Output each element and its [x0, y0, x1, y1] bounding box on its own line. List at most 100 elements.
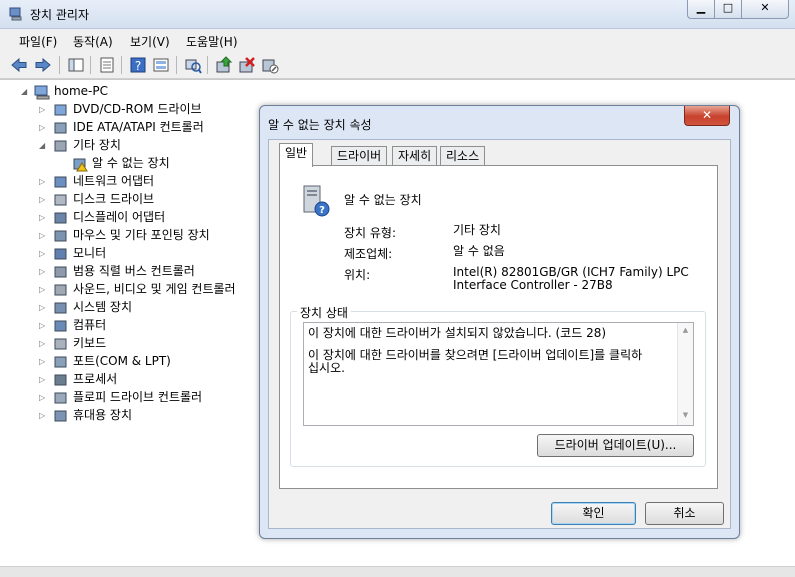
close-window-button[interactable]: ✕: [741, 0, 789, 19]
computer-icon: [34, 85, 50, 100]
uninstall-icon[interactable]: [238, 56, 256, 74]
tree-item-label: 시스템 장치: [73, 300, 133, 314]
collapse-arrow-icon[interactable]: ◢: [21, 83, 31, 100]
details-view-icon[interactable]: [152, 56, 170, 74]
close-icon: ✕: [701, 108, 713, 122]
minimize-icon: ▁: [696, 1, 706, 14]
monitor-icon: [54, 248, 67, 260]
close-icon: ✕: [760, 1, 770, 14]
port-icon: [54, 356, 67, 368]
tree-item-label: 마우스 및 기타 포인팅 장치: [73, 228, 210, 242]
expand-arrow-icon[interactable]: ▷: [39, 245, 49, 262]
expand-arrow-icon[interactable]: ▷: [39, 191, 49, 208]
scroll-up-icon[interactable]: ▲: [678, 326, 693, 334]
expand-arrow-icon[interactable]: ▷: [39, 335, 49, 352]
expand-arrow-icon[interactable]: ▷: [39, 227, 49, 244]
tree-item-label: 프로세서: [73, 372, 118, 386]
minimize-button[interactable]: ▁: [687, 0, 715, 19]
ide-controller-icon: [54, 122, 67, 134]
other-devices-icon: [54, 140, 67, 152]
status-line-1: 이 장치에 대한 드라이버가 설치되지 않았습니다. (코드 28): [308, 326, 607, 340]
tab-general[interactable]: 일반: [279, 143, 314, 167]
expand-arrow-icon[interactable]: ▷: [39, 299, 49, 316]
scan-hardware-icon[interactable]: [184, 56, 202, 74]
device-status-group: 장치 상태 이 장치에 대한 드라이버가 설치되지 않았습니다. (코드 28)…: [290, 304, 706, 467]
device-status-textbox[interactable]: 이 장치에 대한 드라이버가 설치되지 않았습니다. (코드 28) 이 장치에…: [303, 322, 694, 426]
dvd-drive-icon: [54, 104, 67, 116]
system-device-icon: [54, 302, 67, 314]
menu-file[interactable]: 파일(F): [19, 33, 57, 50]
tree-item-label: 컴퓨터: [73, 318, 107, 332]
dialog-close-button[interactable]: ✕: [684, 106, 730, 126]
device-type-label: 장치 유형:: [344, 226, 397, 240]
status-line-3: 십시오.: [308, 361, 345, 375]
dialog-title: 알 수 없는 장치 속성: [268, 118, 372, 132]
expand-arrow-icon[interactable]: ▷: [39, 389, 49, 406]
toolbar-separator: [176, 56, 177, 74]
tree-item-label: 사운드, 비디오 및 게임 컨트롤러: [73, 282, 236, 296]
expand-arrow-icon[interactable]: ▷: [39, 353, 49, 370]
tree-item-label: 디스크 드라이브: [73, 192, 155, 206]
expand-arrow-icon[interactable]: ▷: [39, 101, 49, 118]
portable-device-icon: [54, 410, 67, 422]
expand-arrow-icon[interactable]: ▷: [39, 173, 49, 190]
expand-arrow-icon[interactable]: ▷: [39, 371, 49, 388]
display-adapter-icon: [54, 212, 67, 224]
title-bar: 장치 관리자 ▁ □ ✕: [0, 0, 795, 29]
show-hide-tree-icon[interactable]: [67, 56, 85, 74]
properties-dialog: 알 수 없는 장치 속성 ✕ 일반 드라이버 자세히 리소스 ? 알 수 없는 …: [259, 105, 740, 539]
maximize-button[interactable]: □: [714, 0, 742, 19]
menu-action[interactable]: 동작(A): [73, 33, 113, 50]
tree-item-label: 알 수 없는 장치: [92, 156, 170, 170]
disable-icon[interactable]: [261, 56, 279, 74]
location-label: 위치:: [344, 268, 371, 282]
toolbar-separator: [121, 56, 122, 74]
cancel-button[interactable]: 취소: [645, 502, 724, 525]
expand-arrow-icon[interactable]: ▷: [39, 263, 49, 280]
menu-view[interactable]: 보기(V): [130, 33, 170, 50]
tree-item-label: 기타 장치: [73, 138, 121, 152]
collapse-arrow-icon[interactable]: ◢: [39, 137, 49, 154]
mouse-icon: [54, 230, 67, 242]
tree-item-label: IDE ATA/ATAPI 컨트롤러: [73, 120, 204, 134]
help-icon[interactable]: ?: [129, 56, 147, 74]
device-type-value: 기타 장치: [453, 223, 501, 237]
expand-arrow-icon[interactable]: ▷: [39, 317, 49, 334]
svg-text:?: ?: [319, 205, 325, 216]
properties-icon[interactable]: [98, 56, 116, 74]
ok-button[interactable]: 확인: [551, 502, 636, 525]
status-bar: [0, 566, 795, 577]
general-tab-page: ? 알 수 없는 장치 장치 유형: 기타 장치 제조업체: 알 수 없음 위치…: [279, 165, 718, 489]
status-scrollbar[interactable]: ▲ ▼: [677, 323, 693, 425]
toolbar-separator: [59, 56, 60, 74]
scroll-down-icon[interactable]: ▼: [678, 411, 693, 419]
device-name: 알 수 없는 장치: [344, 193, 422, 207]
manufacturer-value: 알 수 없음: [453, 244, 505, 258]
expand-arrow-icon[interactable]: ▷: [39, 407, 49, 424]
tree-item-label: 휴대용 장치: [73, 408, 133, 422]
svg-text:?: ?: [135, 59, 141, 73]
expand-arrow-icon[interactable]: ▷: [39, 209, 49, 226]
toolbar-separator: [90, 56, 91, 74]
menu-bar: 파일(F) 동작(A) 보기(V) 도움말(H): [0, 29, 795, 51]
toolbar-separator: [207, 56, 208, 74]
tree-item-label: 모니터: [73, 246, 107, 260]
menu-help[interactable]: 도움말(H): [186, 33, 238, 50]
update-driver-icon[interactable]: [215, 56, 233, 74]
dialog-body: 일반 드라이버 자세히 리소스 ? 알 수 없는 장치 장치 유형: 기타 장치…: [268, 139, 731, 529]
unknown-device-warning-icon: [73, 158, 88, 172]
update-driver-button[interactable]: 드라이버 업데이트(U)...: [537, 434, 694, 457]
tree-item-label: 네트워크 어댑터: [73, 174, 155, 188]
expand-arrow-icon[interactable]: ▷: [39, 281, 49, 298]
tab-resources[interactable]: 리소스: [440, 146, 486, 166]
usb-icon: [54, 266, 67, 278]
status-line-2: 이 장치에 대한 드라이버를 찾으려면 [드라이버 업데이트]를 클릭하: [308, 348, 643, 362]
back-icon[interactable]: [10, 56, 28, 74]
computer-icon: [54, 320, 67, 332]
expand-arrow-icon[interactable]: ▷: [39, 119, 49, 136]
tree-root-label: home-PC: [54, 84, 108, 98]
tab-driver[interactable]: 드라이버: [331, 146, 388, 166]
tab-details[interactable]: 자세히: [392, 146, 438, 166]
forward-icon[interactable]: [34, 56, 52, 74]
location-value-line2: Interface Controller - 27B8: [453, 278, 613, 292]
